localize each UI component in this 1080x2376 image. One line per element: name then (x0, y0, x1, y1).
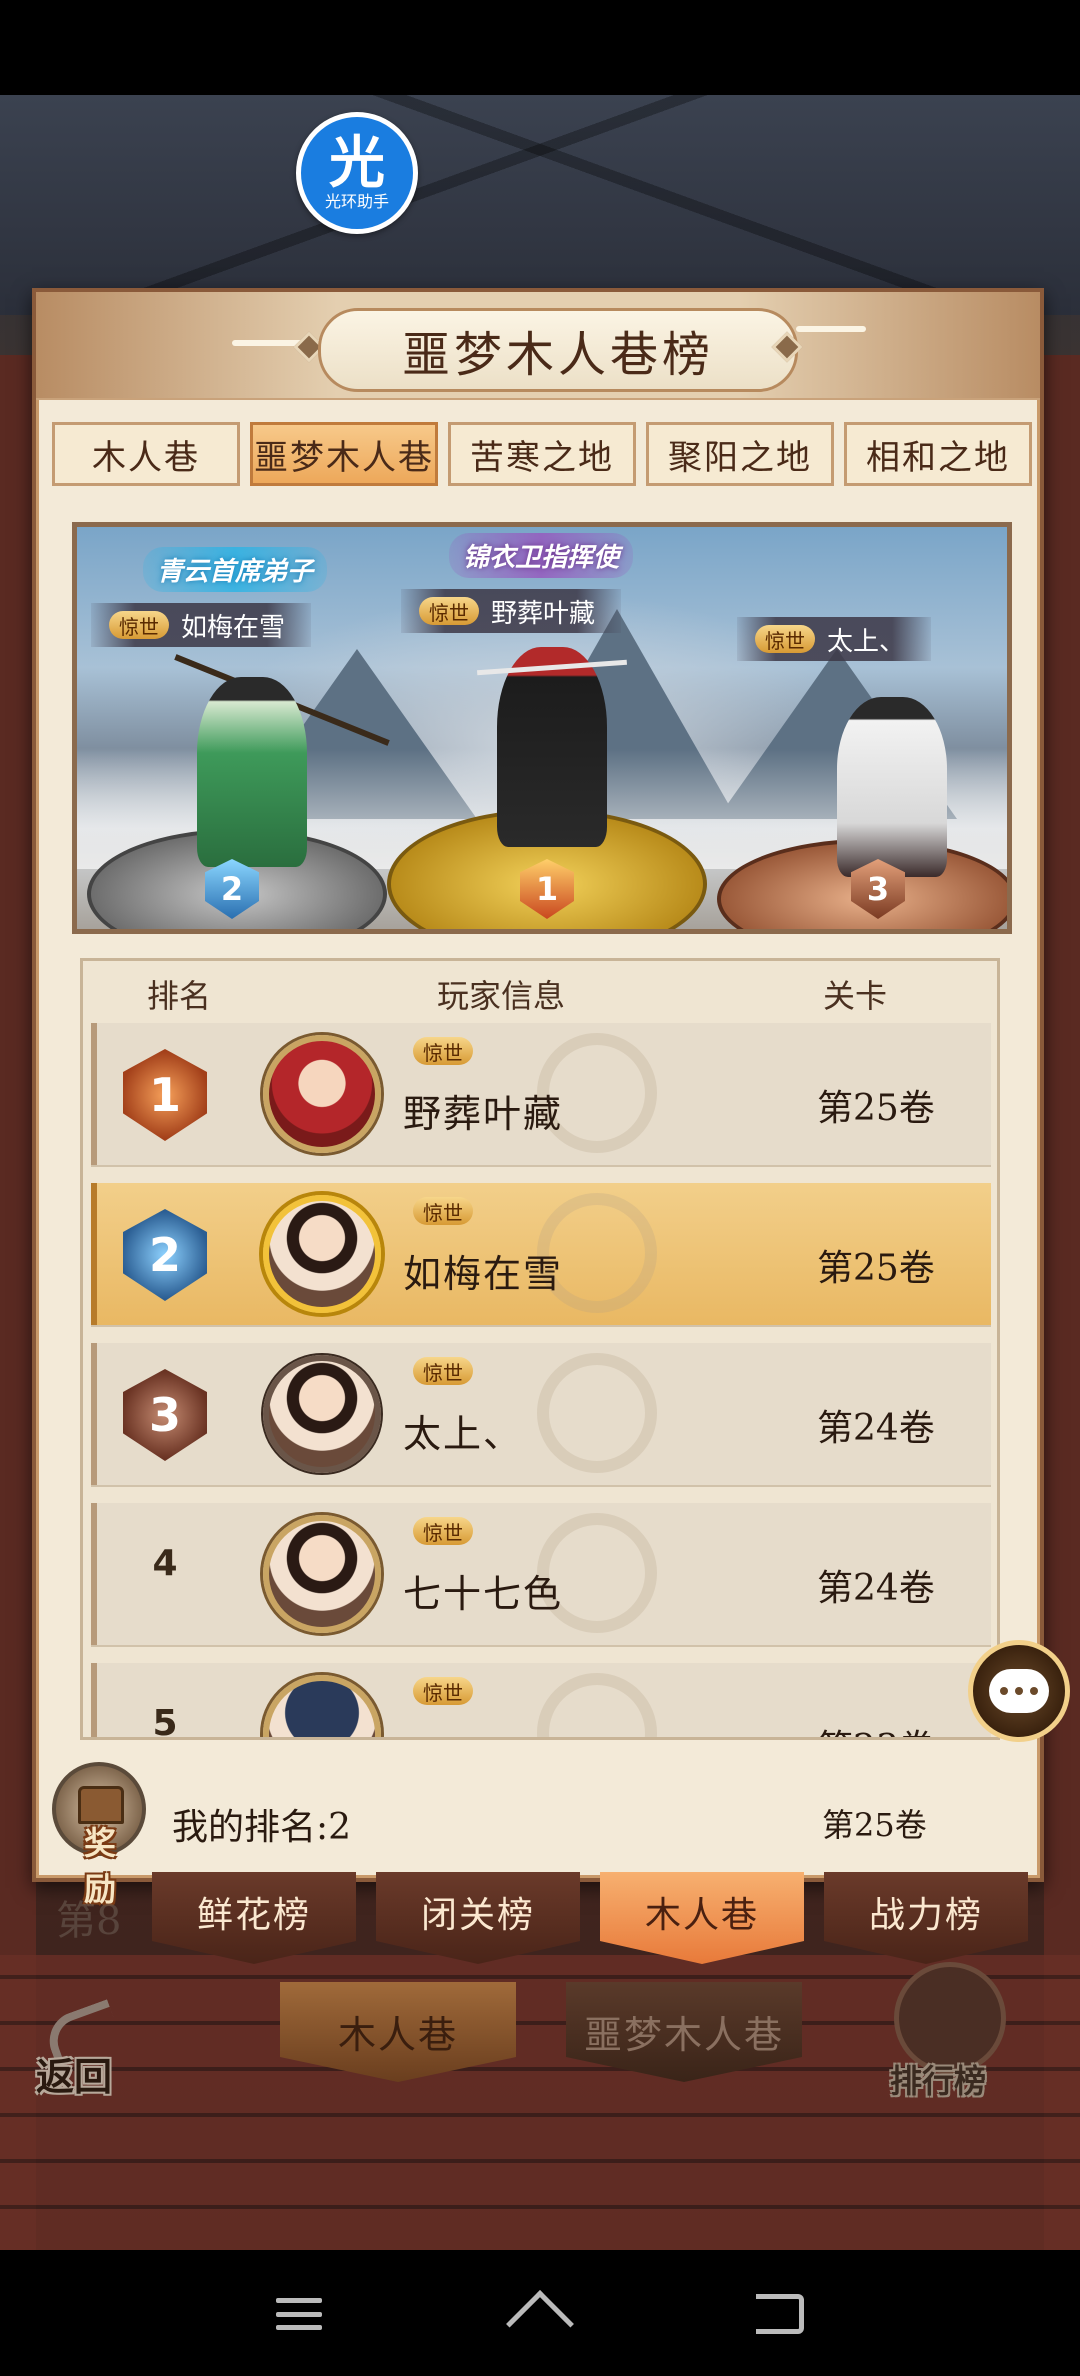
stage-value: 第24卷 (817, 1568, 935, 1609)
panel-title: 噩梦木人巷榜 (318, 308, 798, 392)
menu-icon[interactable] (276, 2298, 322, 2330)
back-label: 返回 (36, 2054, 113, 2099)
system-back-icon[interactable] (756, 2294, 804, 2334)
leaderboard-tabs: 木人巷 噩梦木人巷 苦寒之地 聚阳之地 相和之地 (52, 422, 1032, 486)
my-rank-text: 我的排名:2 (172, 1807, 352, 1848)
rankboard-label: 排行榜 (890, 2062, 987, 2100)
avatar[interactable] (263, 1515, 381, 1633)
home-icon[interactable] (506, 2290, 574, 2358)
honor-title-first: 锦衣卫指挥使 (449, 533, 634, 578)
list-row-rank-2-me[interactable]: 2 惊世 如梅在雪 第25卷 (91, 1183, 991, 1325)
list-row-rank-5[interactable]: 5 惊世 第23卷 (91, 1663, 991, 1740)
name-flag-third: 惊世 太上、 (737, 617, 932, 661)
player-name: 七十七色 (403, 1572, 564, 1616)
status-bar (0, 0, 1080, 95)
tab-muren-xiang[interactable]: 木人巷 (52, 422, 240, 486)
avatar[interactable] (263, 1195, 381, 1313)
chat-button[interactable] (968, 1640, 1070, 1742)
helper-app-badge[interactable]: 光 光环助手 (296, 112, 418, 234)
stage-value: 第25卷 (817, 1248, 935, 1289)
bubble-dot (1015, 1687, 1023, 1695)
rank-number: 5 (152, 1703, 178, 1740)
header-stage: 关卡 (823, 977, 888, 1015)
tab-juyang-zhidi[interactable]: 聚阳之地 (646, 422, 834, 486)
tier-tag: 惊世 (413, 1677, 473, 1705)
bubble-dot (1030, 1687, 1038, 1695)
back-button[interactable]: 返回 (30, 1999, 140, 2110)
chat-bubble-icon (989, 1669, 1049, 1713)
list-row-rank-4[interactable]: 4 惊世 七十七色 第24卷 (91, 1503, 991, 1645)
rank-medal-bronze: 3 (123, 1369, 207, 1461)
player-name: 野葬叶藏 (491, 598, 596, 629)
avatar[interactable] (263, 1675, 381, 1737)
player-name: 太上、 (827, 626, 906, 657)
character-third[interactable] (837, 697, 947, 877)
tier-tag: 惊世 (419, 597, 479, 625)
my-stage: 第25卷 (822, 1806, 927, 1844)
player-name: 如梅在雪 (403, 1252, 564, 1296)
tab-xianghe-zhidi[interactable]: 相和之地 (844, 422, 1032, 486)
panel-header: 噩梦木人巷榜 (36, 292, 1040, 400)
my-rank-bar: 奖励 我的排名:2 第25卷 (36, 1762, 1040, 1908)
tab-kuhan-zhidi[interactable]: 苦寒之地 (448, 422, 636, 486)
honor-title-second: 青云首席弟子 (143, 547, 328, 592)
header-rank: 排名 (147, 977, 212, 1015)
rankboard-button[interactable]: 排行榜 (890, 1962, 1010, 2122)
list-row-rank-3[interactable]: 3 惊世 太上、 第24卷 (91, 1343, 991, 1485)
tab-nightmare-muren-xiang[interactable]: 噩梦木人巷 (250, 422, 438, 486)
stage-value: 第23卷 (817, 1719, 935, 1737)
leaderboard-panel: 噩梦木人巷榜 木人巷 噩梦木人巷 苦寒之地 聚阳之地 相和之地 青云首席弟子 锦… (32, 288, 1044, 1908)
player-name: 野葬叶藏 (403, 1092, 564, 1136)
bubble-dot (1000, 1687, 1008, 1695)
list-header: 排名 玩家信息 关卡 (83, 961, 997, 1021)
character-second[interactable] (197, 677, 307, 867)
ranking-list[interactable]: 排名 玩家信息 关卡 1 惊世 野葬叶藏 第25卷 2 惊世 如梅在雪 第25卷… (80, 958, 1000, 1740)
tier-tag: 惊世 (413, 1037, 473, 1065)
tier-tag: 惊世 (755, 625, 815, 653)
tier-tag: 惊世 (413, 1357, 473, 1385)
system-nav-bar (0, 2250, 1080, 2376)
character-first[interactable] (497, 647, 607, 847)
temple-roof (0, 95, 1080, 315)
avatar[interactable] (263, 1035, 381, 1153)
row-watermark (537, 1353, 657, 1473)
helper-app-glyph: 光 (329, 131, 385, 196)
rank-medal-silver: 2 (123, 1209, 207, 1301)
helper-app-label: 光环助手 (324, 192, 389, 211)
rank-number: 4 (152, 1543, 178, 1584)
header-player-info: 玩家信息 (437, 977, 566, 1015)
name-flag-first: 惊世 野葬叶藏 (401, 589, 622, 633)
rank-medal-gold: 1 (123, 1049, 207, 1141)
cloud-ornament-right (796, 326, 866, 332)
player-name: 如梅在雪 (181, 612, 286, 643)
background-faded-text: 第8 (56, 1898, 122, 1944)
player-name: 太上、 (403, 1412, 524, 1456)
top-three-podium: 青云首席弟子 锦衣卫指挥使 惊世 如梅在雪 惊世 野葬叶藏 惊世 太上、 2 1… (72, 522, 1012, 934)
reward-button[interactable]: 奖励 (52, 1762, 146, 1908)
stage-value: 第24卷 (817, 1408, 935, 1449)
stage-value: 第25卷 (817, 1088, 935, 1129)
avatar[interactable] (263, 1355, 381, 1473)
list-row-rank-1[interactable]: 1 惊世 野葬叶藏 第25卷 (91, 1023, 991, 1165)
tier-tag: 惊世 (413, 1197, 473, 1225)
row-watermark (537, 1673, 657, 1737)
name-flag-second: 惊世 如梅在雪 (91, 603, 312, 647)
tier-tag: 惊世 (413, 1517, 473, 1545)
tier-tag: 惊世 (109, 611, 169, 639)
